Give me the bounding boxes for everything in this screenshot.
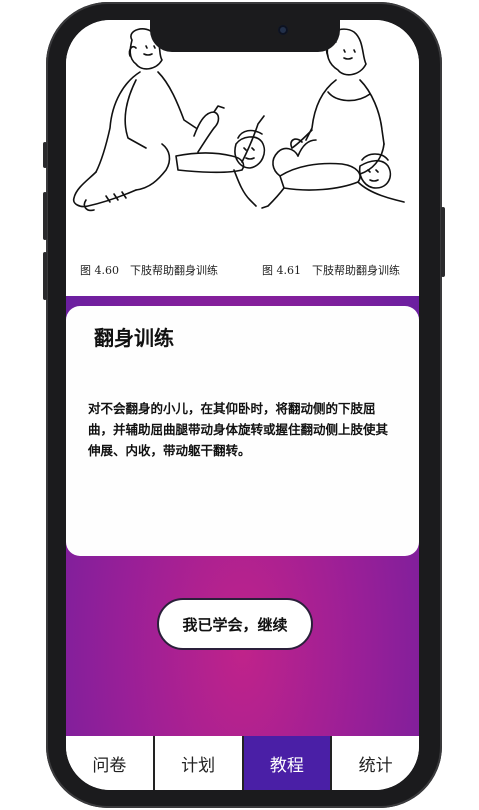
continue-button[interactable]: 我已学会，继续	[157, 598, 313, 650]
tutorial-illustration: 图 4.60 下肢帮助翻身训练 图 4.61 下肢帮助翻身训练	[66, 20, 419, 296]
bottom-tab-bar: 问卷 计划 教程 统计	[66, 736, 419, 790]
tab-statistics[interactable]: 统计	[332, 736, 419, 790]
mute-switch	[43, 142, 47, 168]
card-title: 翻身训练	[94, 326, 174, 350]
tab-plan[interactable]: 计划	[155, 736, 244, 790]
tab-questionnaire[interactable]: 问卷	[66, 736, 155, 790]
camera-icon	[278, 25, 288, 35]
power-button	[441, 207, 445, 277]
tutorial-card: 翻身训练 对不会翻身的小儿，在其仰卧时，将翻动侧的下肢屈曲，并辅助屈曲腿带动身体…	[66, 306, 419, 556]
figure-caption-left: 图 4.60 下肢帮助翻身训练	[80, 264, 218, 277]
tab-tutorial[interactable]: 教程	[243, 736, 333, 790]
rolling-training-drawing	[72, 28, 405, 212]
notch	[150, 20, 340, 52]
volume-up-button	[43, 192, 47, 240]
figure-caption-right: 图 4.61 下肢帮助翻身训练	[262, 264, 400, 277]
app-screen: 图 4.60 下肢帮助翻身训练 图 4.61 下肢帮助翻身训练 翻身训练 对不会…	[66, 20, 419, 790]
card-body: 对不会翻身的小儿，在其仰卧时，将翻动侧的下肢屈曲，并辅助屈曲腿带动身体旋转或握住…	[88, 401, 389, 458]
volume-down-button	[43, 252, 47, 300]
